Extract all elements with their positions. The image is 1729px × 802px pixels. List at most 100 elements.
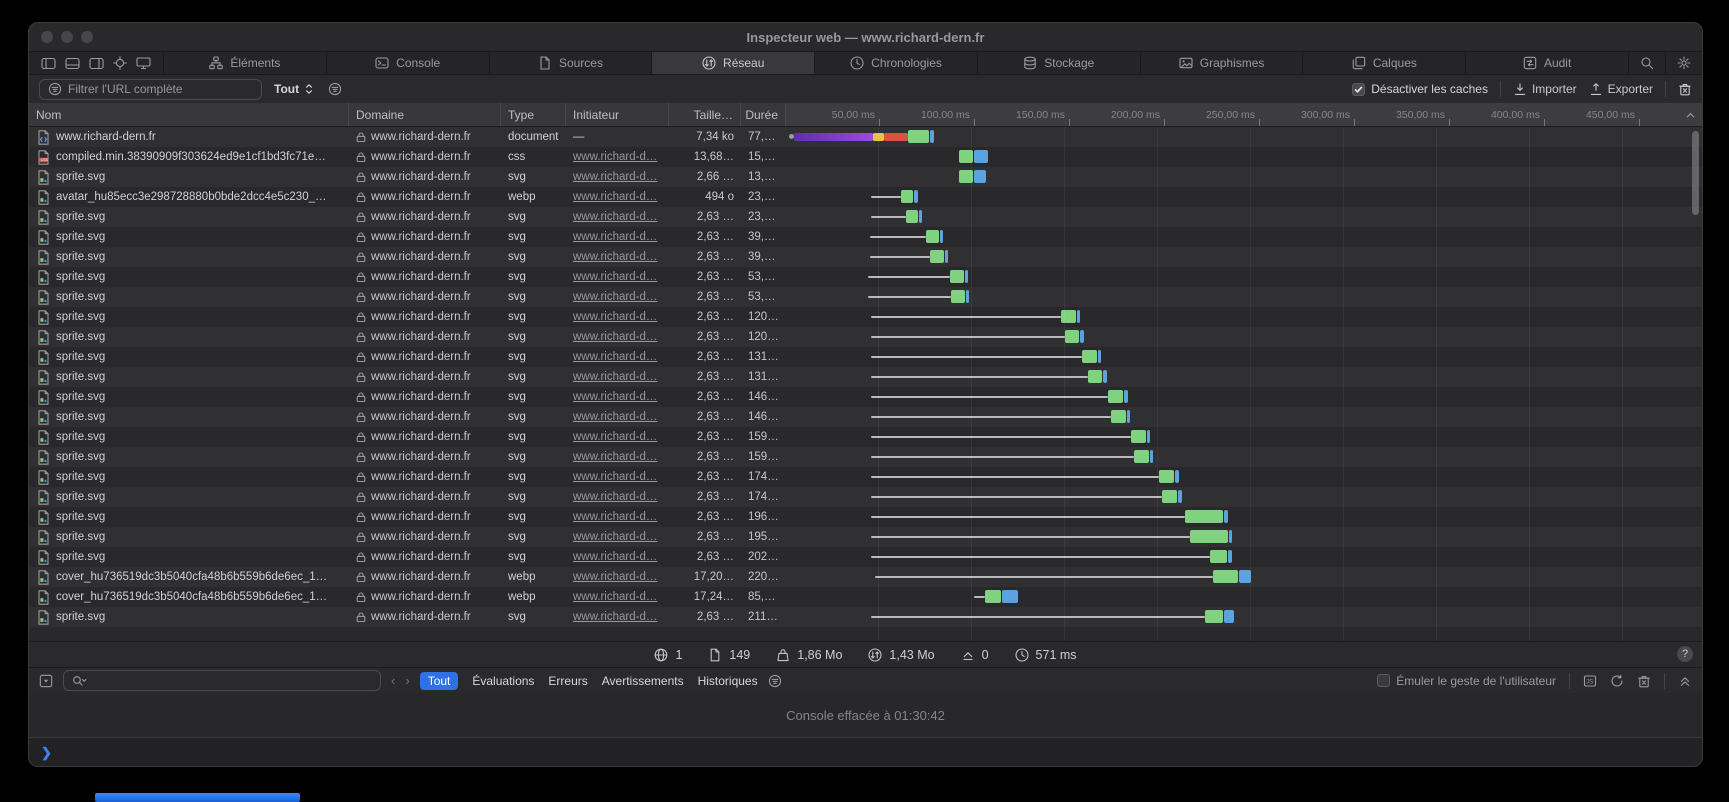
column-header-durée[interactable]: Durée [741,103,786,126]
initiator-link[interactable]: www.richard-d… [573,611,657,623]
crosshair-icon[interactable] [113,56,127,70]
import-button[interactable]: Importer [1513,82,1577,96]
filter-options-button[interactable] [328,82,342,96]
waterfall-cell[interactable] [786,467,1702,487]
column-header-nom[interactable]: Nom [29,103,349,126]
waterfall-cell[interactable] [786,387,1702,407]
table-row[interactable]: sprite.svgwww.richard-dern.frsvgwww.rich… [29,607,1702,627]
table-row[interactable]: www.richard-dern.frwww.richard-dern.frdo… [29,127,1702,147]
waterfall-cell[interactable] [786,607,1702,627]
tab-audit[interactable]: Audit [1465,52,1628,74]
console-mode-icon[interactable] [39,674,53,688]
waterfall-cell[interactable] [786,367,1702,387]
waterfall-cell[interactable] [786,247,1702,267]
clear-console-button[interactable] [1637,674,1651,688]
console-search-input[interactable] [63,670,381,691]
initiator-link[interactable]: www.richard-d… [573,311,657,323]
tab-sources[interactable]: Sources [489,52,652,74]
initiator-link[interactable]: www.richard-d… [573,231,657,243]
initiator-link[interactable]: www.richard-d… [573,551,657,563]
initiator-link[interactable]: www.richard-d… [573,451,657,463]
initiator-link[interactable]: www.richard-d… [573,431,657,443]
table-row[interactable]: sprite.svgwww.richard-dern.frsvgwww.rich… [29,467,1702,487]
table-row[interactable]: sprite.svgwww.richard-dern.frsvgwww.rich… [29,207,1702,227]
initiator-link[interactable]: www.richard-d… [573,491,657,503]
panel-bottom-icon[interactable] [65,57,80,70]
initiator-link[interactable]: www.richard-d… [573,531,657,543]
console-filter-historiques[interactable]: Historiques [698,674,758,688]
tab-reseau[interactable]: Réseau [651,52,814,74]
initiator-link[interactable]: www.richard-d… [573,511,657,523]
initiator-link[interactable]: www.richard-d… [573,151,657,163]
waterfall-cell[interactable] [786,527,1702,547]
settings-button[interactable] [1665,52,1702,74]
initiator-link[interactable]: www.richard-d… [573,591,657,603]
waterfall-cell[interactable] [786,287,1702,307]
table-row[interactable]: sprite.svgwww.richard-dern.frsvgwww.rich… [29,447,1702,467]
console-filter-avertissements[interactable]: Avertissements [602,674,684,688]
waterfall-cell[interactable] [786,487,1702,507]
table-row[interactable]: cover_hu736519dc3b5040cfa48b6b559b6de6ec… [29,587,1702,607]
initiator-link[interactable]: www.richard-d… [573,171,657,183]
help-button[interactable]: ? [1677,646,1693,662]
waterfall-cell[interactable] [786,127,1702,147]
panel-right-icon[interactable] [89,57,104,70]
table-row[interactable]: sprite.svgwww.richard-dern.frsvgwww.rich… [29,287,1702,307]
waterfall-cell[interactable] [786,147,1702,167]
disable-caches-checkbox[interactable]: Désactiver les caches [1352,82,1488,96]
panel-left-icon[interactable] [41,57,56,70]
waterfall-cell[interactable] [786,207,1702,227]
waterfall-cell[interactable] [786,267,1702,287]
waterfall-cell[interactable] [786,587,1702,607]
table-row[interactable]: sprite.svgwww.richard-dern.frsvgwww.rich… [29,327,1702,347]
waterfall-cell[interactable] [786,167,1702,187]
find-previous-button[interactable]: ‹ [391,673,395,688]
console-prompt[interactable]: ❯ [29,737,1702,767]
table-row[interactable]: sprite.svgwww.richard-dern.frsvgwww.rich… [29,267,1702,287]
table-row[interactable]: sprite.svgwww.richard-dern.frsvgwww.rich… [29,387,1702,407]
table-row[interactable]: cover_hu736519dc3b5040cfa48b6b559b6de6ec… [29,567,1702,587]
initiator-link[interactable]: www.richard-d… [573,371,657,383]
initiator-link[interactable]: www.richard-d… [573,411,657,423]
table-row[interactable]: sprite.svgwww.richard-dern.frsvgwww.rich… [29,167,1702,187]
column-header-domaine[interactable]: Domaine [349,103,501,126]
column-header-taille[interactable]: Taille… [669,103,741,126]
reload-icon[interactable] [1610,674,1624,688]
waterfall-cell[interactable] [786,187,1702,207]
waterfall-cell[interactable] [786,567,1702,587]
show-javascript-context-button[interactable]: JS [1583,674,1597,688]
table-row[interactable]: sprite.svgwww.richard-dern.frsvgwww.rich… [29,407,1702,427]
waterfall-cell[interactable] [786,507,1702,527]
initiator-link[interactable]: www.richard-d… [573,571,657,583]
console-filter-tout[interactable]: Tout [420,672,459,690]
table-row[interactable]: avatar_hu85ecc3e298728880b0bde2dcc4e5c23… [29,187,1702,207]
initiator-link[interactable]: www.richard-d… [573,211,657,223]
table-row[interactable]: sprite.svgwww.richard-dern.frsvgwww.rich… [29,527,1702,547]
table-row[interactable]: sprite.svgwww.richard-dern.frsvgwww.rich… [29,547,1702,567]
console-filter-evaluations[interactable]: Évaluations [472,674,534,688]
initiator-link[interactable]: www.richard-d… [573,271,657,283]
display-icon[interactable] [136,56,151,70]
waterfall-cell[interactable] [786,327,1702,347]
waterfall-cell[interactable] [786,447,1702,467]
initiator-link[interactable]: www.richard-d… [573,331,657,343]
tab-console[interactable]: Console [326,52,489,74]
export-button[interactable]: Exporter [1589,82,1653,96]
initiator-link[interactable]: www.richard-d… [573,391,657,403]
collapse-waterfall-button[interactable] [1685,108,1696,126]
waterfall-cell[interactable] [786,347,1702,367]
tab-graphismes[interactable]: Graphismes [1140,52,1303,74]
table-row[interactable]: sprite.svgwww.richard-dern.frsvgwww.rich… [29,247,1702,267]
find-next-button[interactable]: › [405,673,409,688]
waterfall-cell[interactable] [786,547,1702,567]
waterfall-cell[interactable] [786,407,1702,427]
table-row[interactable]: sprite.svgwww.richard-dern.frsvgwww.rich… [29,307,1702,327]
tab-calques[interactable]: Calques [1302,52,1465,74]
resource-type-select[interactable]: Tout [274,82,316,96]
column-header-initiateur[interactable]: Initiateur [566,103,669,126]
search-button[interactable] [1628,52,1665,74]
table-row[interactable]: sprite.svgwww.richard-dern.frsvgwww.rich… [29,227,1702,247]
emulate-user-gesture-checkbox[interactable]: Émuler le geste de l'utilisateur [1377,674,1556,688]
waterfall-cell[interactable] [786,227,1702,247]
column-header-type[interactable]: Type [501,103,566,126]
